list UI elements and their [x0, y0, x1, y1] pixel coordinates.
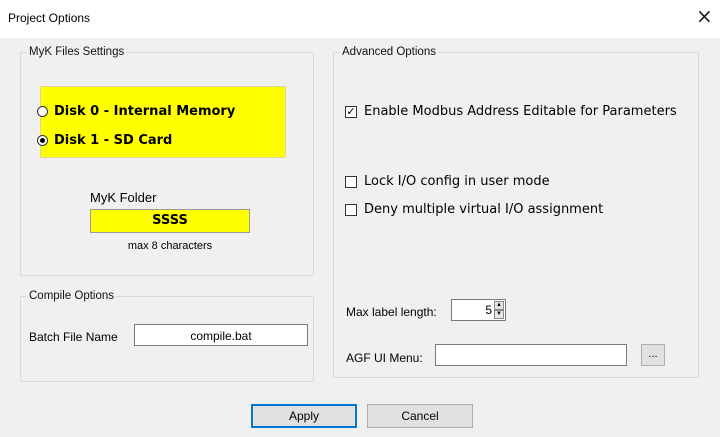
compile-options-legend: Compile Options: [29, 290, 115, 302]
myk-folder-label: MyK Folder: [90, 190, 157, 205]
window-title: Project Options: [8, 11, 91, 25]
advanced-options-legend: Advanced Options: [342, 46, 436, 58]
radio-checked-icon[interactable]: [37, 135, 48, 146]
checkbox-empty-icon[interactable]: [345, 175, 357, 188]
close-icon[interactable]: ×: [696, 6, 713, 26]
max-label-length-value[interactable]: 5: [485, 303, 492, 317]
lock-io-label: Lock I/O config in user mode: [364, 174, 550, 189]
checkbox-empty-icon[interactable]: [345, 203, 357, 216]
deny-virtual-io-checkbox-row[interactable]: Deny multiple virtual I/O assignment: [345, 202, 603, 217]
disk-0-radio-option[interactable]: Disk 0 - Internal Memory: [37, 104, 235, 119]
myk-folder-hint: max 8 characters: [127, 240, 213, 252]
radio-unchecked-icon[interactable]: [37, 106, 48, 117]
apply-button[interactable]: Apply: [251, 404, 357, 428]
title-bar: Project Options ×: [0, 0, 720, 38]
agf-ui-menu-label: AGF UI Menu:: [346, 351, 423, 365]
cancel-button[interactable]: Cancel: [367, 404, 473, 428]
spin-up-icon[interactable]: ▲: [494, 301, 504, 310]
lock-io-checkbox-row[interactable]: Lock I/O config in user mode: [345, 174, 550, 189]
deny-virtual-io-label: Deny multiple virtual I/O assignment: [364, 202, 604, 217]
disk-1-radio-option[interactable]: Disk 1 - SD Card: [37, 133, 172, 148]
disk-0-label: Disk 0 - Internal Memory: [54, 104, 236, 119]
batch-file-name-label: Batch File Name: [29, 330, 118, 344]
myk-folder-input[interactable]: SSSS: [90, 209, 250, 233]
browse-button[interactable]: ...: [641, 344, 665, 366]
myk-files-settings-legend: MyK Files Settings: [29, 46, 125, 58]
modbus-editable-checkbox-row[interactable]: ✓ Enable Modbus Address Editable for Par…: [345, 104, 677, 119]
max-label-length-spinner[interactable]: 5 ▲ ▼: [451, 299, 506, 321]
disk-1-label: Disk 1 - SD Card: [54, 133, 173, 148]
batch-file-name-input[interactable]: compile.bat: [134, 324, 308, 346]
max-label-length-label: Max label length:: [346, 305, 437, 319]
modbus-editable-label: Enable Modbus Address Editable for Param…: [364, 104, 677, 119]
spin-down-icon[interactable]: ▼: [494, 310, 504, 319]
agf-ui-menu-input[interactable]: [435, 344, 627, 366]
checkmark-icon[interactable]: ✓: [345, 105, 357, 118]
